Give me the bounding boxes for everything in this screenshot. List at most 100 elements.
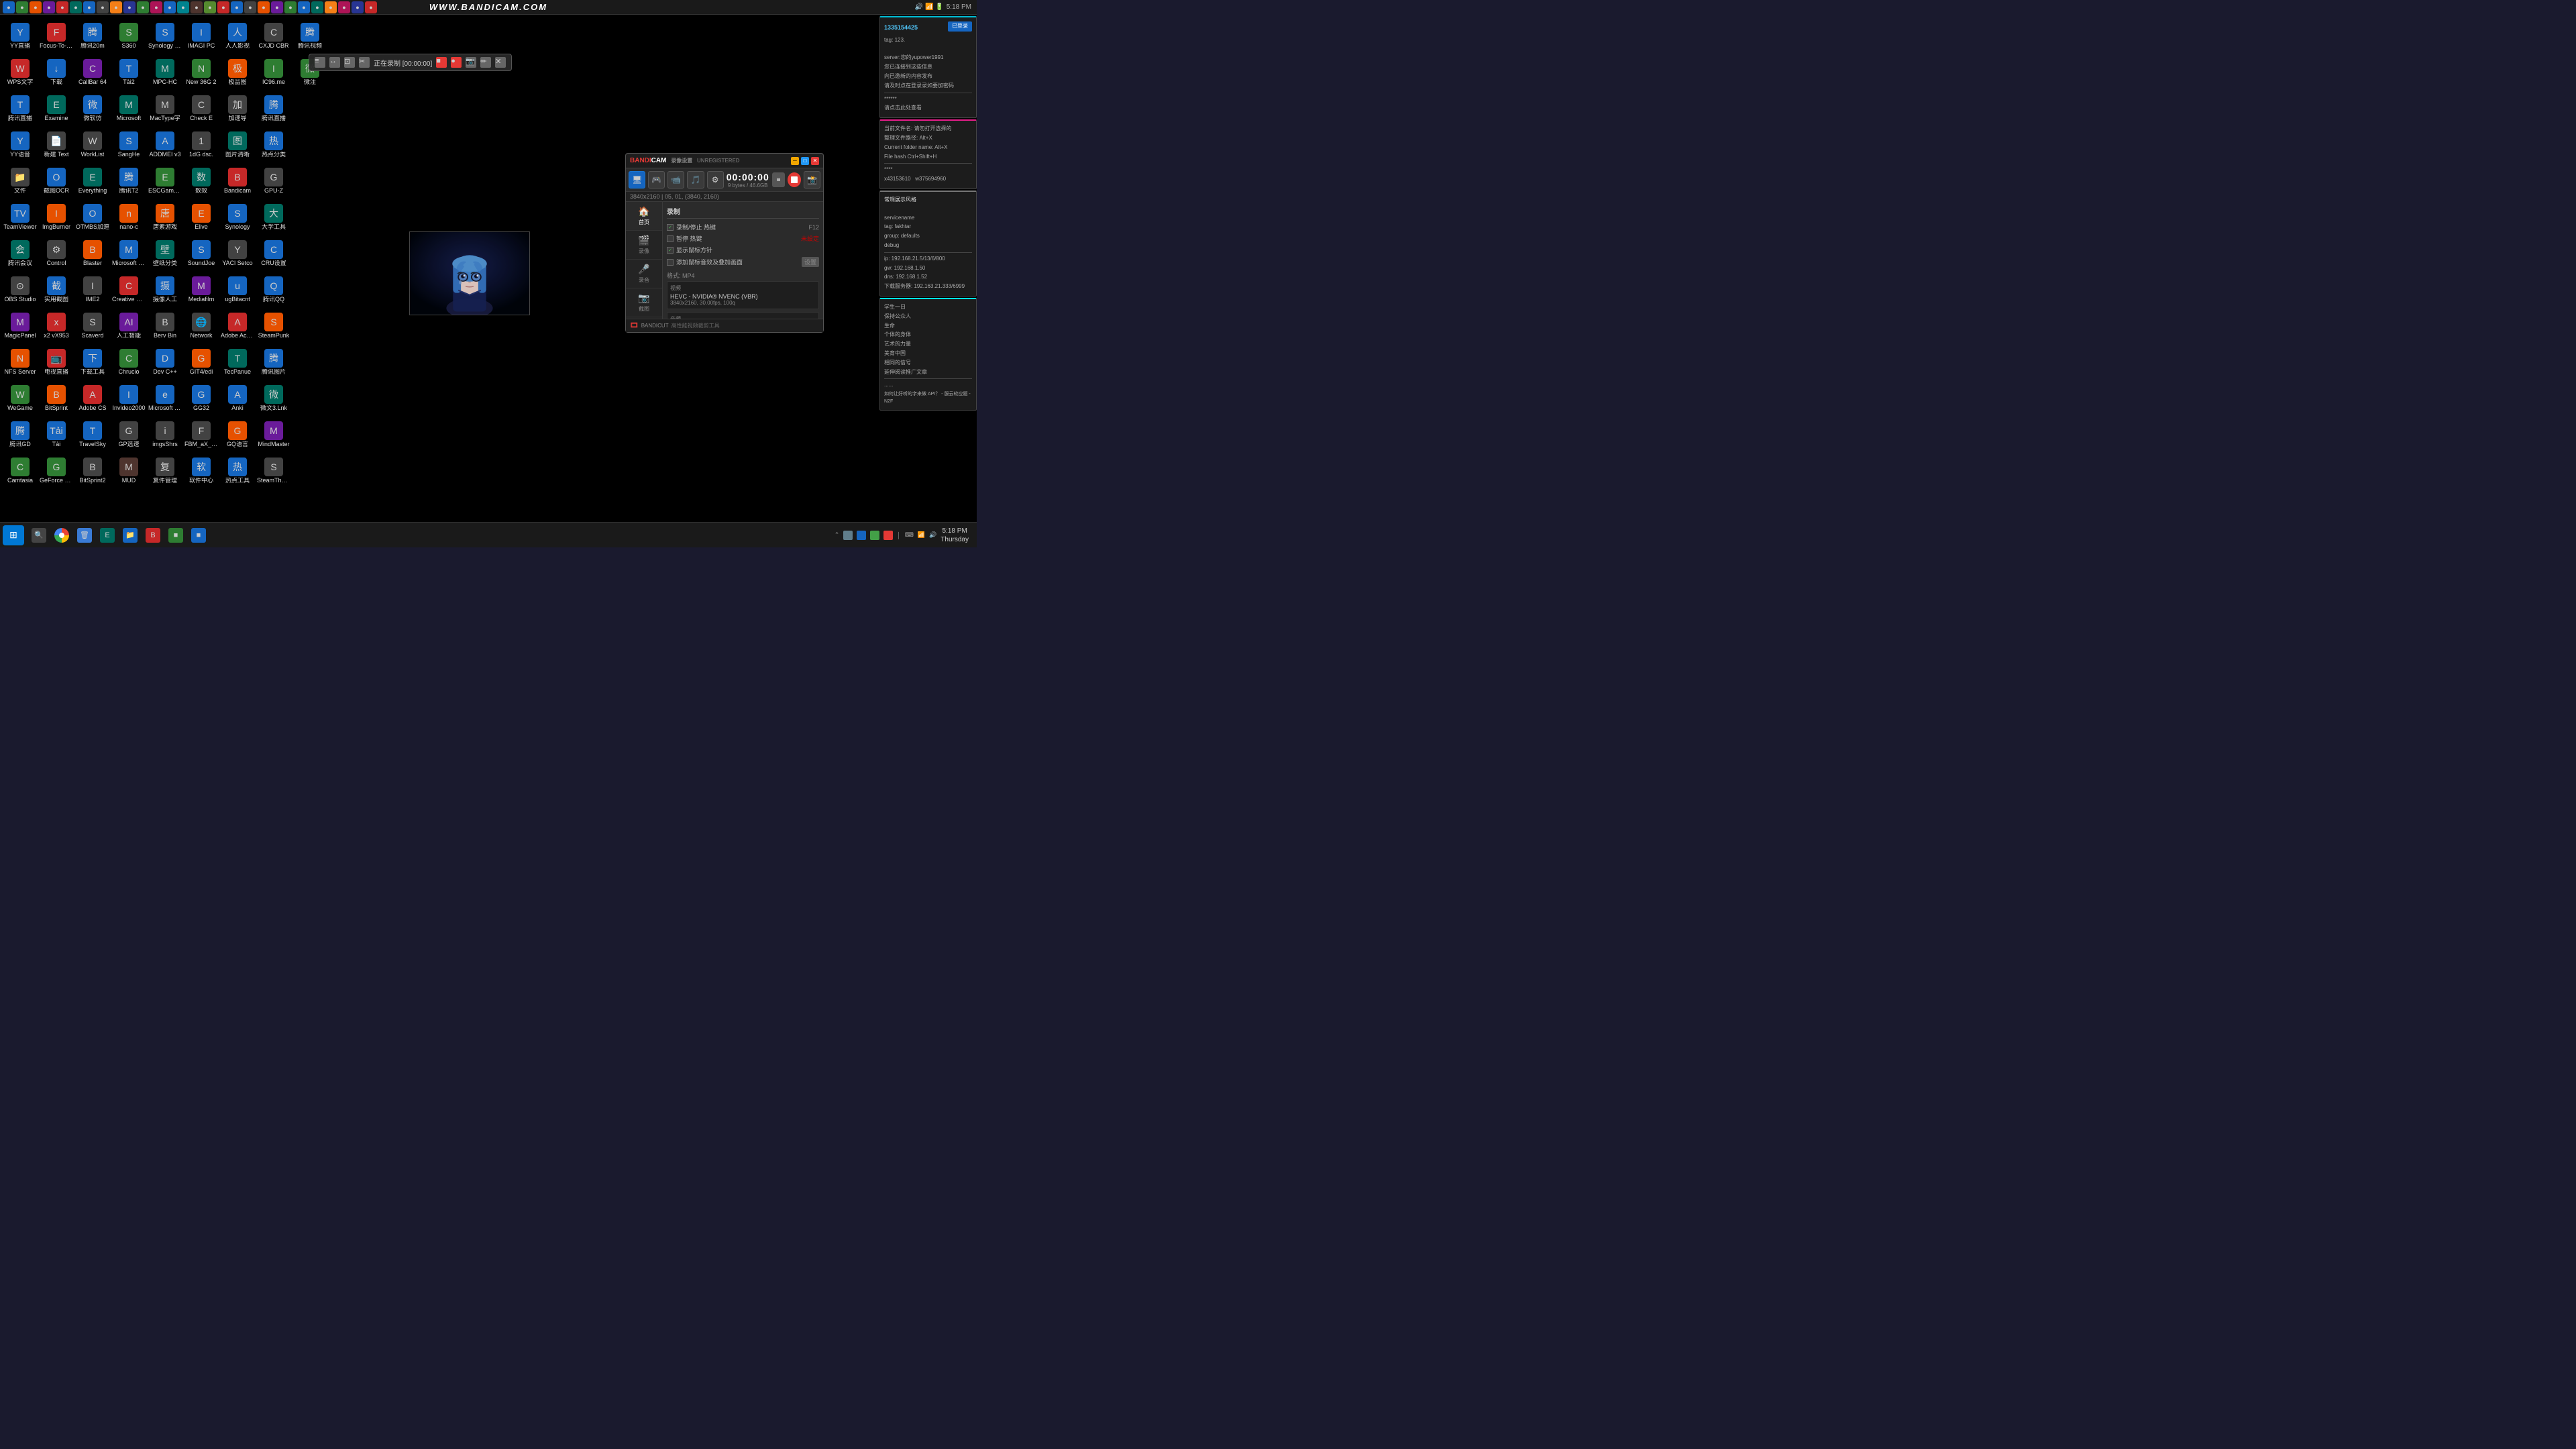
top-icon-23[interactable]: ●	[298, 1, 310, 13]
top-icon-16[interactable]: ●	[204, 1, 216, 13]
top-icon-13[interactable]: ●	[164, 1, 176, 13]
desktop-icon-escgame[interactable]: E ESCGame EF	[148, 164, 182, 199]
desktop-icon-microsoft[interactable]: M Microsoft	[111, 91, 146, 126]
panel1-login-btn[interactable]: 已登录	[948, 21, 972, 32]
taskbar-bandicam[interactable]: B	[142, 525, 164, 545]
desktop-icon-mindmaster[interactable]: M MindMaster	[256, 417, 291, 452]
desktop-icon-wps[interactable]: W WPS文字	[3, 55, 38, 90]
desktop-icon-network[interactable]: 🌐 Network	[184, 309, 219, 343]
bdc-device-btn[interactable]: 📹	[667, 171, 684, 189]
desktop-icon-textdoc[interactable]: 📄 新建 Text	[39, 127, 74, 162]
desktop-icon-examine[interactable]: E Examine	[39, 91, 74, 126]
desktop-icon-checke[interactable]: C Check E	[184, 91, 219, 126]
desktop-icon-mediafilm[interactable]: M Mediafilm	[184, 272, 219, 307]
desktop-icon-geforce[interactable]: G GeForce Exp	[39, 453, 74, 488]
desktop-icon-1dg[interactable]: 1 1dG dsc.	[184, 127, 219, 162]
desktop-icon-camrecord[interactable]: 摄 摄像人工	[148, 272, 182, 307]
top-icon-11[interactable]: ●	[137, 1, 149, 13]
desktop-icon-teamviewer[interactable]: TV TeamViewer	[3, 200, 38, 235]
rec-close-btn[interactable]: ✕	[495, 57, 506, 68]
desktop-icon-tencent20m[interactable]: 腾 腾讯20m	[75, 19, 110, 54]
desktop-icon-files[interactable]: 📁 文件	[3, 164, 38, 199]
desktop-icon-jitu[interactable]: 极 极品图	[220, 55, 255, 90]
bdc-sidebar-screenshot[interactable]: 📷 截图	[626, 288, 662, 317]
desktop-icon-camtasia[interactable]: C Camtasia	[3, 453, 38, 488]
desktop-icon-tencentimg[interactable]: 腾 腾讯图片	[256, 345, 291, 380]
desktop-icon-addmei[interactable]: A ADDMEI v3	[148, 127, 182, 162]
desktop-icon-imagipc[interactable]: I IMAGI PC	[184, 19, 219, 54]
desktop-icon-blaster[interactable]: B Blaster	[75, 236, 110, 271]
bdc-game-btn[interactable]: 🎮	[648, 171, 665, 189]
desktop-icon-filemanage[interactable]: 复 复件管理	[148, 453, 182, 488]
bdc-checkbox-cursor[interactable]: ✓	[667, 247, 674, 254]
bdc-sidebar-audio[interactable]: 🎤 录音	[626, 260, 662, 288]
top-icon-8[interactable]: ●	[97, 1, 109, 13]
desktop-icon-bervbin[interactable]: B Berv Bin	[148, 309, 182, 343]
rec-menu-btn[interactable]: ≡	[315, 57, 325, 68]
desktop-icon-otmbs[interactable]: O OTMBS加速	[75, 200, 110, 235]
rec-snap-btn[interactable]: ⊡	[344, 57, 355, 68]
desktop-icon-tupian[interactable]: 图 图片清晰	[220, 127, 255, 162]
desktop-icon-synology[interactable]: S Synology NAS	[148, 19, 182, 54]
taskbar-everything[interactable]: E	[97, 525, 118, 545]
desktop-icon-tencentvid[interactable]: 腾 腾讯视频	[292, 19, 327, 54]
top-icon-9[interactable]: ●	[110, 1, 122, 13]
bdc-screenshot-btn[interactable]: 📸	[804, 171, 820, 189]
rec-draw-btn[interactable]: ✏	[480, 57, 491, 68]
desktop-icon-wallpaper[interactable]: 壁 壁纸分类	[148, 236, 182, 271]
desktop-icon-tencent-live[interactable]: T 腾讯直播	[3, 91, 38, 126]
desktop-icon-ocr[interactable]: O 截图OCR	[39, 164, 74, 199]
top-icon-26[interactable]: ●	[338, 1, 350, 13]
desktop-icon-mactype[interactable]: M MacType字	[148, 91, 182, 126]
desktop-icon-devcpp[interactable]: D Dev C++	[148, 345, 182, 380]
desktop-icon-ugbit[interactable]: u ugBitacnt	[220, 272, 255, 307]
desktop-icon-obs[interactable]: ⊙ OBS Studio	[3, 272, 38, 307]
bdc-checkbox-pause[interactable]: ✓	[667, 235, 674, 242]
top-icon-28[interactable]: ●	[365, 1, 377, 13]
desktop-icon-imgshrs[interactable]: i imgsShrs	[148, 417, 182, 452]
rec-rec-btn[interactable]: ●	[451, 57, 462, 68]
desktop-icon-synology2[interactable]: S Synology	[220, 200, 255, 235]
bdc-sidebar-home[interactable]: 🏠 首页	[626, 202, 662, 231]
bdc-overlay-settings-btn[interactable]: 设置	[802, 257, 819, 267]
desktop-icon-downtools[interactable]: 下 下载工具	[75, 345, 110, 380]
desktop-icon-gp[interactable]: G GP选速	[111, 417, 146, 452]
desktop-icon-hottools[interactable]: 热 热点工具	[220, 453, 255, 488]
rec-crop-btn[interactable]: ✂	[359, 57, 370, 68]
window-maximize-btn[interactable]: □	[801, 157, 809, 165]
desktop-icon-tencent-gd[interactable]: 腾 腾讯GD	[3, 417, 38, 452]
desktop-icon-s360[interactable]: S S360	[111, 19, 146, 54]
desktop-icon-bitsprint[interactable]: B BitSprint	[39, 381, 74, 416]
desktop-icon-ic96[interactable]: I IC96.me	[256, 55, 291, 90]
desktop-icon-adobecs[interactable]: A Adobe CS	[75, 381, 110, 416]
desktop-icon-yacl[interactable]: Y YACl Setco	[220, 236, 255, 271]
desktop-icon-soundjoe[interactable]: S SoundJoe	[184, 236, 219, 271]
desktop-icon-cru[interactable]: C CRU设置	[256, 236, 291, 271]
desktop-icon-chrucio[interactable]: C Chrucio	[111, 345, 146, 380]
desktop-icon-daxue[interactable]: 大 大学工具	[256, 200, 291, 235]
desktop-icon-adobeacro[interactable]: A Adobe Acrobat	[220, 309, 255, 343]
rec-move-btn[interactable]: ↔	[329, 57, 340, 68]
top-icon-21[interactable]: ●	[271, 1, 283, 13]
top-icon-24[interactable]: ●	[311, 1, 323, 13]
desktop-icon-invideo[interactable]: I Invideo2000	[111, 381, 146, 416]
bdc-screen-btn[interactable]: 🖥	[629, 171, 645, 189]
desktop-icon-gpuz[interactable]: G GPU-Z	[256, 164, 291, 199]
desktop-icon-everything[interactable]: E Everything	[75, 164, 110, 199]
window-minimize-btn[interactable]: ─	[791, 157, 799, 165]
desktop-icon-msedge[interactable]: e Microsoft Edge	[148, 381, 182, 416]
desktop-icon-tai2[interactable]: T Tải2	[111, 55, 146, 90]
desktop-icon-tangsu[interactable]: 唐 唐素游戏	[148, 200, 182, 235]
top-icon-19[interactable]: ●	[244, 1, 256, 13]
desktop-icon-scaverd[interactable]: S Scaverd	[75, 309, 110, 343]
top-icon-14[interactable]: ●	[177, 1, 189, 13]
desktop-icon-steam[interactable]: S SteamPunk	[256, 309, 291, 343]
desktop-icon-tecpanue[interactable]: T TecPanue	[220, 345, 255, 380]
desktop-icon-weiwen[interactable]: 微 微文3.Lnk	[256, 381, 291, 416]
top-icon-3[interactable]: ●	[30, 1, 42, 13]
desktop-icon-ai[interactable]: AI 人工智能	[111, 309, 146, 343]
desktop-icon-anki[interactable]: A Anki	[220, 381, 255, 416]
desktop-icon-travelsky[interactable]: T TravelSky	[75, 417, 110, 452]
taskbar-explorer[interactable]: 📁	[119, 525, 141, 545]
desktop-icon-worklist[interactable]: W WorkList	[75, 127, 110, 162]
